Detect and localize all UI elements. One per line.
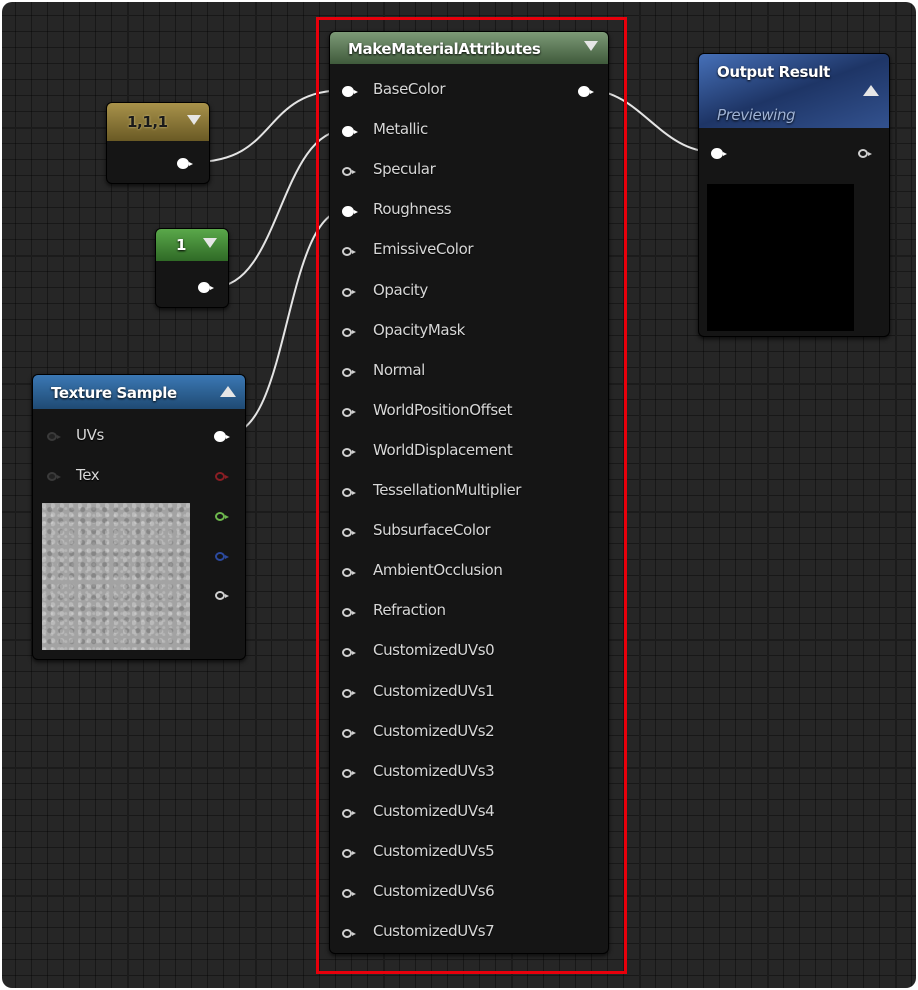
constant3-value: 1,1,1 — [127, 113, 168, 131]
constant3-node[interactable]: 1,1,1 — [106, 102, 210, 184]
constant-node[interactable]: 1 — [155, 228, 229, 308]
texture-blue-output-pin[interactable] — [215, 552, 229, 561]
uvs-input-label: UVs — [76, 426, 104, 444]
collapse-arrow-icon[interactable] — [203, 238, 217, 248]
texture-alpha-output-pin[interactable] — [215, 591, 229, 600]
constant-value: 1 — [176, 236, 187, 254]
texture-sample-node[interactable]: Texture Sample UVs Tex — [32, 374, 246, 660]
output-result-input-pin[interactable] — [711, 148, 727, 159]
output-result-subtitle: Previewing — [717, 106, 796, 124]
constant3-header[interactable]: 1,1,1 — [107, 103, 209, 141]
output-result-node[interactable]: Output Result Previewing — [698, 53, 890, 337]
texture-sample-title: Texture Sample — [51, 384, 177, 402]
output-result-header[interactable]: Output Result Previewing — [699, 54, 889, 128]
constant-header[interactable]: 1 — [156, 229, 228, 261]
constant-output-pin[interactable] — [198, 282, 214, 293]
expand-arrow-icon[interactable] — [863, 85, 879, 96]
texture-red-output-pin[interactable] — [215, 472, 229, 481]
constant3-output-pin[interactable] — [177, 158, 193, 169]
texture-sample-header[interactable]: Texture Sample — [33, 375, 245, 409]
uvs-input-pin[interactable] — [47, 432, 61, 441]
collapse-arrow-icon[interactable] — [187, 115, 201, 125]
highlight-box — [316, 17, 627, 974]
texture-rgb-output-pin[interactable] — [214, 431, 230, 442]
tex-input-label: Tex — [76, 466, 100, 484]
output-result-output-pin[interactable] — [858, 149, 872, 158]
texture-preview — [42, 503, 190, 650]
output-result-title: Output Result — [717, 63, 830, 81]
expand-arrow-icon[interactable] — [220, 386, 236, 397]
tex-input-pin[interactable] — [47, 472, 61, 481]
output-preview — [707, 184, 854, 331]
texture-green-output-pin[interactable] — [215, 512, 229, 521]
